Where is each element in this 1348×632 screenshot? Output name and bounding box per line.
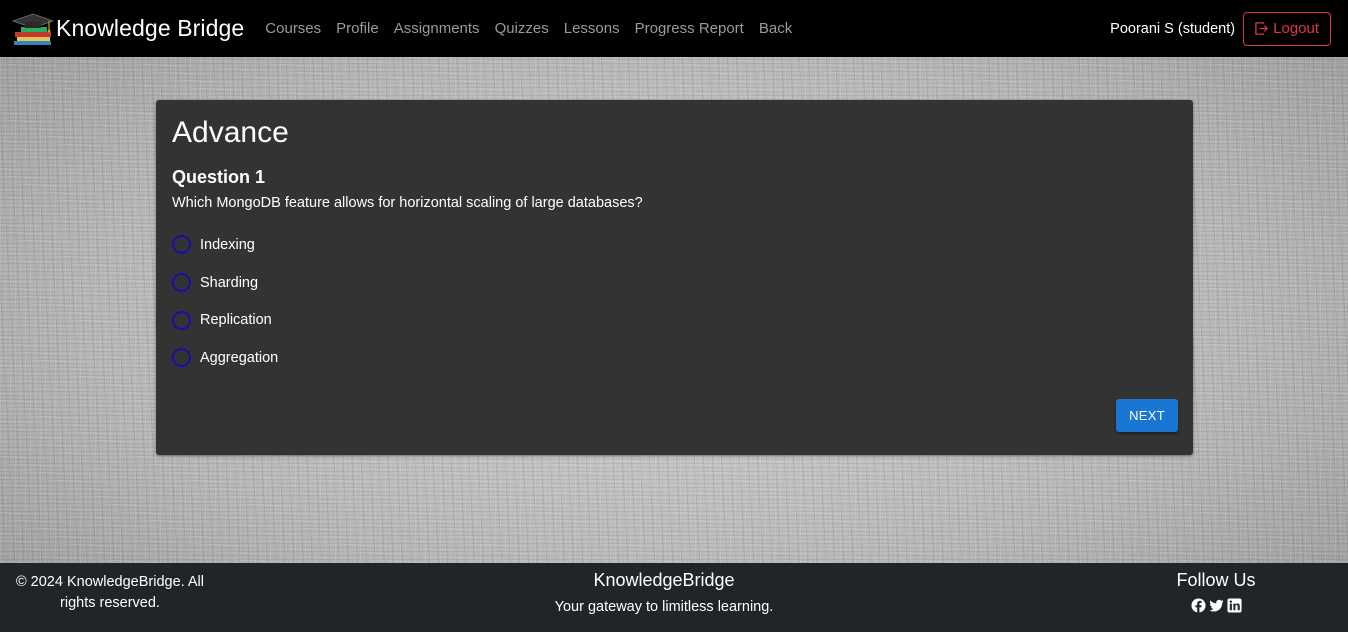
nav-user-area: Poorani S (student) Logout [1110, 11, 1331, 46]
nav-link-quizzes[interactable]: Quizzes [495, 20, 549, 37]
footer-tagline: Your gateway to limitless learning. [554, 599, 774, 615]
nav-link-assignments[interactable]: Assignments [394, 20, 480, 37]
page-footer: © 2024 KnowledgeBridge. All rights reser… [0, 563, 1348, 632]
copyright-text: © 2024 KnowledgeBridge. All rights reser… [15, 574, 205, 611]
linkedin-icon[interactable] [1226, 598, 1242, 613]
nav-link-back[interactable]: Back [759, 20, 792, 37]
top-navbar: Knowledge Bridge Courses Profile Assignm… [0, 0, 1348, 57]
answer-options: Indexing Sharding Replication Aggregatio… [172, 226, 278, 377]
social-links [1156, 598, 1276, 613]
nav-link-profile[interactable]: Profile [336, 20, 379, 37]
nav-link-progress-report[interactable]: Progress Report [635, 20, 744, 37]
quiz-title: Advance [172, 116, 289, 149]
footer-social: Follow Us [1156, 570, 1276, 613]
brand-link[interactable]: Knowledge Bridge [11, 12, 244, 46]
graduation-cap-logo-icon [11, 12, 55, 46]
radio-button[interactable] [172, 273, 191, 293]
twitter-icon[interactable] [1208, 598, 1224, 613]
option-label: Indexing [200, 236, 255, 253]
next-button[interactable]: NEXT [1116, 399, 1178, 432]
radio-button[interactable] [172, 310, 191, 330]
nav-link-courses[interactable]: Courses [265, 20, 321, 37]
logout-button[interactable]: Logout [1243, 11, 1331, 46]
brand-title: Knowledge Bridge [56, 15, 245, 41]
question-number: Question 1 [172, 167, 266, 187]
nav-link-lessons[interactable]: Lessons [564, 20, 620, 37]
option-label: Replication [200, 312, 272, 329]
answer-option-replication[interactable]: Replication [172, 301, 278, 339]
facebook-icon[interactable] [1190, 598, 1206, 613]
logout-icon [1255, 22, 1269, 35]
option-label: Aggregation [200, 349, 279, 366]
question-text: Which MongoDB feature allows for horizon… [172, 195, 643, 211]
answer-option-sharding[interactable]: Sharding [172, 264, 278, 302]
radio-button[interactable] [172, 348, 191, 368]
answer-option-aggregation[interactable]: Aggregation [172, 339, 278, 377]
logout-label: Logout [1273, 20, 1319, 37]
footer-brand: KnowledgeBridge [593, 570, 735, 590]
quiz-card: Advance Question 1 Which MongoDB feature… [156, 100, 1193, 455]
answer-option-indexing[interactable]: Indexing [172, 226, 278, 264]
option-label: Sharding [200, 274, 259, 291]
footer-center: KnowledgeBridge Your gateway to limitles… [464, 570, 864, 615]
current-user-name: Poorani S (student) [1110, 20, 1236, 37]
follow-us-title: Follow Us [1176, 570, 1256, 590]
nav-links: Courses Profile Assignments Quizzes Less… [265, 20, 807, 37]
radio-button[interactable] [172, 235, 191, 255]
